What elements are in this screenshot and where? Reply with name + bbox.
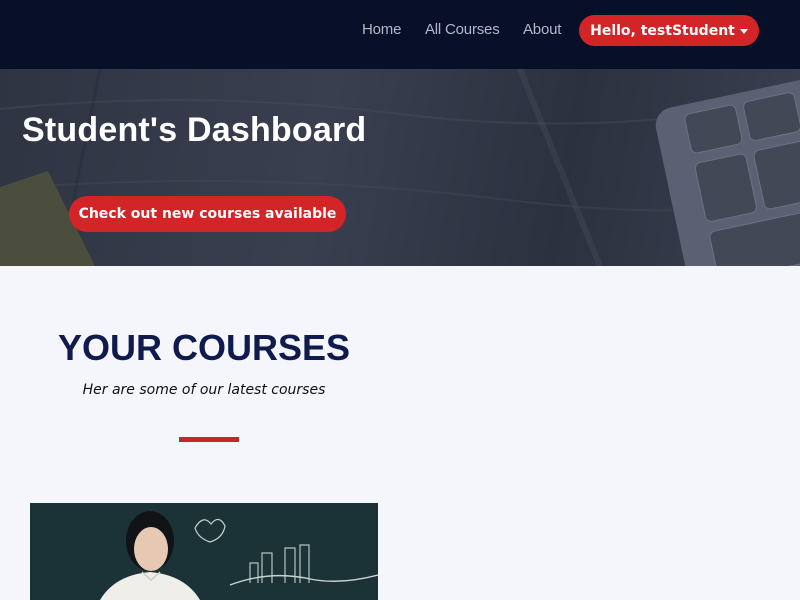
hero-banner: Student's Dashboard Check out new course…: [0, 69, 800, 266]
caret-down-icon: [739, 29, 748, 34]
user-menu-button[interactable]: Hello, testStudent: [579, 15, 759, 46]
top-navbar: Home All Courses About Hello, testStuden…: [0, 0, 800, 69]
nav-link-about[interactable]: About: [523, 21, 561, 38]
new-courses-button[interactable]: Check out new courses available: [69, 196, 346, 232]
section-divider: [179, 437, 239, 442]
page-title: Student's Dashboard: [22, 111, 367, 149]
section-subtitle: Her are some of our latest courses: [82, 382, 326, 398]
section-title: YOUR COURSES: [57, 327, 351, 368]
hero-background-image: [0, 69, 800, 266]
course-thumbnail-image: [30, 503, 378, 600]
nav-link-home[interactable]: Home: [362, 21, 401, 38]
course-card-image[interactable]: [30, 503, 378, 600]
user-menu-label: Hello, testStudent: [590, 22, 735, 39]
nav-link-all-courses[interactable]: All Courses: [425, 21, 500, 38]
